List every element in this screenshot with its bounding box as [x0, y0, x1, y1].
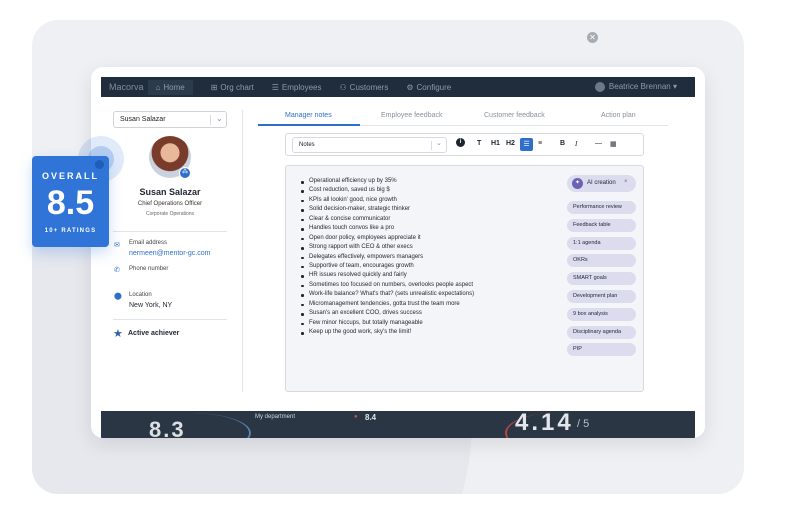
dashboard-score-right: 4.14: [515, 411, 574, 436]
chip-pip[interactable]: PIP: [567, 343, 636, 357]
list-item: Delegates effectively, empowers managers: [301, 253, 474, 262]
employees-icon: ☰: [271, 82, 279, 92]
person-select-value: Susan Salazar: [120, 116, 166, 123]
location-value: New York, NY: [129, 302, 173, 309]
nav-org-chart[interactable]: ⊞ Org chart: [211, 83, 254, 92]
avatar: [594, 82, 605, 92]
tab-manager-notes[interactable]: Manager notes: [285, 112, 332, 119]
notes-list: Operational efficiency up by 35% Cost re…: [301, 177, 474, 337]
nav-employees[interactable]: ☰ Employees: [272, 83, 322, 92]
email-link[interactable]: nermeen@mentor-gc.com: [129, 250, 210, 257]
list-item: Few minor hiccups, but totally manageabl…: [301, 319, 474, 328]
profile-name: Susan Salazar: [139, 187, 201, 197]
brand-logo: Macorva: [109, 82, 144, 92]
info-icon[interactable]: i: [456, 138, 465, 147]
phone-label: Phone number: [129, 266, 169, 272]
column-divider: [242, 110, 243, 392]
tab-action-plan[interactable]: Action plan: [601, 112, 636, 119]
list-item: Solid decision-maker, strategic thinker: [301, 205, 474, 214]
bold-button[interactable]: B: [560, 140, 565, 147]
home-icon: ⌂: [155, 82, 161, 92]
text-button[interactable]: T: [477, 140, 481, 147]
chevron-down-icon: ⌄: [216, 114, 223, 123]
list-item: Susan's an excellent COO, drives success: [301, 309, 474, 318]
list-item: Strong rapport with CEO & other execs: [301, 243, 474, 252]
list-item: Cost reduction, saved us big $: [301, 186, 474, 195]
person-select[interactable]: Susan Salazar ⌄: [113, 111, 227, 128]
table-button[interactable]: ▦: [610, 140, 617, 148]
list-item: Sometimes too focused on numbers, overlo…: [301, 281, 474, 290]
overall-score: 8.5: [46, 184, 95, 222]
dept-value: 8.4: [365, 413, 377, 422]
list-item: Micromanagement tendencies, gotta trust …: [301, 300, 474, 309]
dept-dot-icon: ●: [354, 414, 358, 420]
notes-select[interactable]: Notes ⌄: [292, 137, 447, 153]
nav-home[interactable]: ⌂ Home: [147, 79, 193, 95]
profile-department: Corporate Operations: [145, 211, 195, 217]
chip-nine-box-analysis[interactable]: 9 box analysis: [567, 307, 636, 321]
select-separator: [431, 141, 432, 150]
ratings-count: 10+ RATINGS: [44, 228, 97, 234]
chip-development-plan[interactable]: Development plan: [567, 289, 636, 303]
dept-label: My department: [255, 414, 296, 420]
lightbulb-icon: ✦: [572, 178, 583, 189]
list-item: Open door policy, employees appreciate i…: [301, 234, 474, 243]
location-icon: ⬤: [114, 293, 122, 300]
achievement-label: Active achiever: [128, 330, 180, 337]
chevron-down-icon: ⌄: [436, 140, 442, 147]
user-menu[interactable]: Beatrice Brennan ▾: [594, 82, 677, 92]
list-item: Clear & concise communicator: [301, 215, 474, 224]
list-item: Operational efficiency up by 35%: [301, 177, 474, 186]
dashboard-score-suffix: / 5: [577, 418, 590, 430]
star-icon: ★: [113, 328, 123, 340]
configure-icon: ⚙: [406, 82, 414, 92]
chip-okrs[interactable]: OKRs: [567, 254, 636, 268]
tab-employee-feedback[interactable]: Employee feedback: [381, 112, 442, 119]
chip-feedback-table[interactable]: Feedback table: [567, 218, 636, 232]
notes-select-value: Notes: [299, 142, 315, 148]
ai-creation-label: AI creation: [587, 180, 616, 186]
dashboard-score-left: 8.3: [149, 417, 186, 438]
customers-icon: ⚇: [339, 82, 347, 92]
active-tab-indicator: [258, 124, 360, 126]
profile-divider-top: [113, 231, 227, 232]
list-item: Work-life balance? What's that? (sets un…: [301, 290, 474, 299]
org-chart-icon: ⊞: [210, 82, 218, 92]
nav-customers[interactable]: ⚇ Customers: [340, 83, 389, 92]
chip-smart-goals[interactable]: SMART goals: [567, 272, 636, 286]
nav-configure[interactable]: ⚙ Configure: [406, 83, 451, 92]
phone-icon: ✆: [114, 267, 120, 274]
horizontal-rule-button[interactable]: —: [595, 140, 602, 147]
close-icon[interactable]: ×: [624, 179, 628, 185]
email-icon: ✉: [114, 242, 120, 249]
close-icon[interactable]: ✕: [587, 32, 598, 43]
numbered-list-button[interactable]: ≡: [538, 140, 542, 147]
badge-dot: [95, 160, 104, 169]
list-item: Supportive of team, encourages growth: [301, 262, 474, 271]
org-chart-icon[interactable]: ⁂: [179, 167, 191, 179]
overall-label: OVERALL: [41, 171, 99, 181]
list-item: HR issues resolved quickly and fairly: [301, 271, 474, 280]
profile-title: Chief Operations Officer: [137, 201, 203, 207]
italic-button[interactable]: I: [575, 140, 577, 148]
background-dashboard: 8.3 My department ● 8.4 4.14 / 5: [101, 411, 695, 438]
h2-button[interactable]: H2: [506, 140, 515, 147]
tab-customer-feedback[interactable]: Customer feedback: [484, 112, 545, 119]
email-label: Email address: [129, 240, 168, 246]
ai-suggestions: Performance review Feedback table 1:1 ag…: [567, 201, 636, 361]
list-item: KPIs all lookin' good, nice growth: [301, 196, 474, 205]
ai-creation-chip[interactable]: ✦ AI creation ×: [567, 175, 636, 192]
app-navbar: Macorva ⌂ Home ⊞ Org chart ☰ Employees ⚇ Cus…: [101, 77, 695, 97]
chip-disciplinary-agenda[interactable]: Disciplinary agenda: [567, 325, 636, 339]
list-item: Handles touch convos like a pro: [301, 224, 474, 233]
profile-divider-bottom: [113, 319, 227, 320]
h1-button[interactable]: H1: [491, 140, 500, 147]
bullet-list-button[interactable]: ☰: [520, 138, 533, 151]
select-separator: [210, 115, 211, 125]
location-label: Location: [129, 292, 152, 298]
chip-one-on-one-agenda[interactable]: 1:1 agenda: [567, 236, 636, 250]
chip-performance-review[interactable]: Performance review: [567, 201, 636, 214]
list-item: Keep up the good work, sky's the limit!: [301, 328, 474, 337]
